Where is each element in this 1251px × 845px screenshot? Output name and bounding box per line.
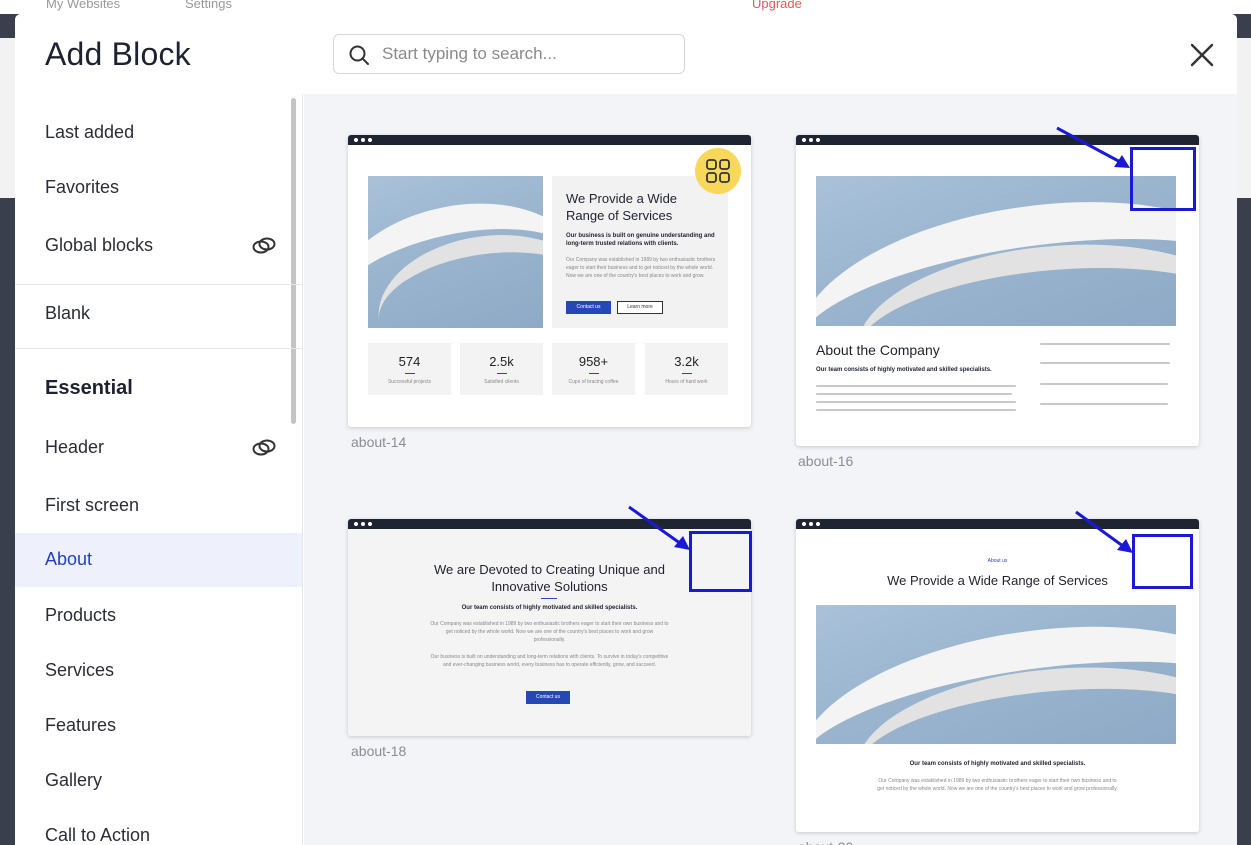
sidebar-item-services[interactable]: Services xyxy=(15,644,302,698)
preview-building-image xyxy=(368,176,543,328)
sidebar-section-essential[interactable]: Essential xyxy=(15,361,302,415)
add-block-modal: Add Block Last added Favorites Global bl… xyxy=(15,14,1237,845)
sidebar-item-label: Header xyxy=(45,437,105,457)
search-box[interactable] xyxy=(333,34,685,74)
sidebar-item-label: Call to Action xyxy=(45,825,151,845)
sidebar-item-gallery[interactable]: Gallery xyxy=(15,754,302,808)
preview-body: Our Company was established in 1989 by t… xyxy=(430,621,669,643)
annotation-box xyxy=(689,531,752,592)
sidebar-item-label: Features xyxy=(45,715,117,735)
preview-text-line xyxy=(816,409,1016,411)
block-card-about-14[interactable]: We Provide a Wide Range of Services Our … xyxy=(348,135,751,427)
block-caption: about-14 xyxy=(351,434,407,450)
preview-text-line xyxy=(816,401,1016,403)
preview-window-bar xyxy=(796,519,1199,529)
sidebar-item-label: Global blocks xyxy=(45,235,154,255)
annotation-arrow-icon xyxy=(628,505,690,550)
close-icon[interactable] xyxy=(1187,40,1217,70)
annotation-box xyxy=(1130,147,1196,211)
background-right-strip xyxy=(1236,14,1251,845)
preview-subheading: Our team consists of highly motivated an… xyxy=(461,605,638,611)
preview-subheading: Our team consists of highly motivated an… xyxy=(909,761,1086,767)
bg-upgrade: Upgrade xyxy=(752,0,802,11)
preview-body: Our business is built on understanding a… xyxy=(430,654,669,668)
category-sidebar: Last added Favorites Global blocks Blank… xyxy=(15,94,303,845)
sidebar-item-label: Favorites xyxy=(45,177,120,197)
block-caption: about-20 xyxy=(798,839,853,845)
preview-window-bar xyxy=(348,135,751,145)
bg-tab-my-websites: My Websites xyxy=(46,0,121,11)
preview-check-line xyxy=(1040,362,1170,364)
search-input[interactable] xyxy=(382,35,672,73)
sidebar-item-label: First screen xyxy=(45,495,140,515)
preview-check-line xyxy=(1040,383,1168,385)
sidebar-item-features[interactable]: Features xyxy=(15,699,302,753)
preview-heading: We are Devoted to Creating Unique and In… xyxy=(433,562,665,594)
search-icon xyxy=(349,45,369,65)
preview-check-line xyxy=(1040,403,1168,405)
preview-subheading: Our team consists of highly motivated an… xyxy=(816,367,992,373)
preview-subheading: Our business is built on genuine underst… xyxy=(566,233,715,247)
preview-window-bar xyxy=(796,135,1199,145)
preview-building-image xyxy=(816,605,1176,744)
annotation-box xyxy=(1132,534,1193,589)
sidebar-item-label: Services xyxy=(45,660,115,680)
sidebar-item-about[interactable]: About xyxy=(15,533,302,587)
background-app-header: My Websites Settings Upgrade xyxy=(0,0,1251,14)
annotation-arrow-icon xyxy=(1075,510,1133,553)
bg-tab-settings: Settings xyxy=(185,0,232,11)
preview-heading: We Provide a Wide Range of Services xyxy=(566,191,678,223)
preview-text-line xyxy=(816,385,1016,387)
add-block-badge[interactable] xyxy=(695,148,741,194)
sidebar-item-favorites[interactable]: Favorites xyxy=(15,161,302,215)
sidebar-item-label: About xyxy=(45,549,93,569)
modal-title: Add Block xyxy=(45,36,191,72)
block-caption: about-16 xyxy=(798,453,854,469)
sidebar-divider xyxy=(15,348,302,349)
preview-heading: About the Company xyxy=(816,342,940,358)
sidebar-item-last-added[interactable]: Last added xyxy=(15,106,302,160)
sidebar-item-label: Last added xyxy=(45,122,135,142)
annotation-arrow-icon xyxy=(1056,126,1130,168)
block-caption: about-18 xyxy=(351,743,407,759)
sidebar-item-header[interactable]: Header xyxy=(15,421,302,475)
sidebar-item-global-blocks[interactable]: Global blocks xyxy=(15,219,302,273)
sidebar-item-call-to-action[interactable]: Call to Action xyxy=(15,809,302,845)
sidebar-item-products[interactable]: Products xyxy=(15,589,302,643)
sidebar-item-label: Gallery xyxy=(45,770,103,790)
preview-body: Our Company was established in 1989 by t… xyxy=(566,257,716,279)
block-grid: We Provide a Wide Range of Services Our … xyxy=(304,94,1237,845)
background-left-strip xyxy=(0,14,15,845)
link-icon xyxy=(252,439,276,456)
preview-body: Our Company was established in 1989 by t… xyxy=(877,778,1118,792)
sidebar-item-label: Blank xyxy=(45,303,91,323)
preview-stat: 958+ Cups of bracing coffee xyxy=(552,343,635,395)
preview-learn-more-button: Learn more xyxy=(617,301,663,314)
sidebar-section-label: Essential xyxy=(45,377,133,399)
preview-building-image xyxy=(816,176,1176,326)
sidebar-item-first-screen[interactable]: First screen xyxy=(15,479,302,533)
sidebar-item-label: Products xyxy=(45,605,117,625)
modal-header: Add Block xyxy=(15,14,1237,94)
preview-contact-button: Contact us xyxy=(566,301,611,314)
preview-stat: 3.2k Hours of hard work xyxy=(645,343,728,395)
grid-icon xyxy=(706,159,730,183)
preview-underline xyxy=(541,598,557,599)
preview-stat: 2.5k Satisfied clients xyxy=(460,343,543,395)
preview-stat: 574 Successful projects xyxy=(368,343,451,395)
preview-contact-button: Contact us xyxy=(526,691,570,704)
preview-text-line xyxy=(816,393,1012,395)
preview-check-line xyxy=(1040,343,1170,345)
sidebar-item-blank[interactable]: Blank xyxy=(15,287,302,341)
link-icon xyxy=(252,237,276,254)
sidebar-divider xyxy=(15,284,302,285)
